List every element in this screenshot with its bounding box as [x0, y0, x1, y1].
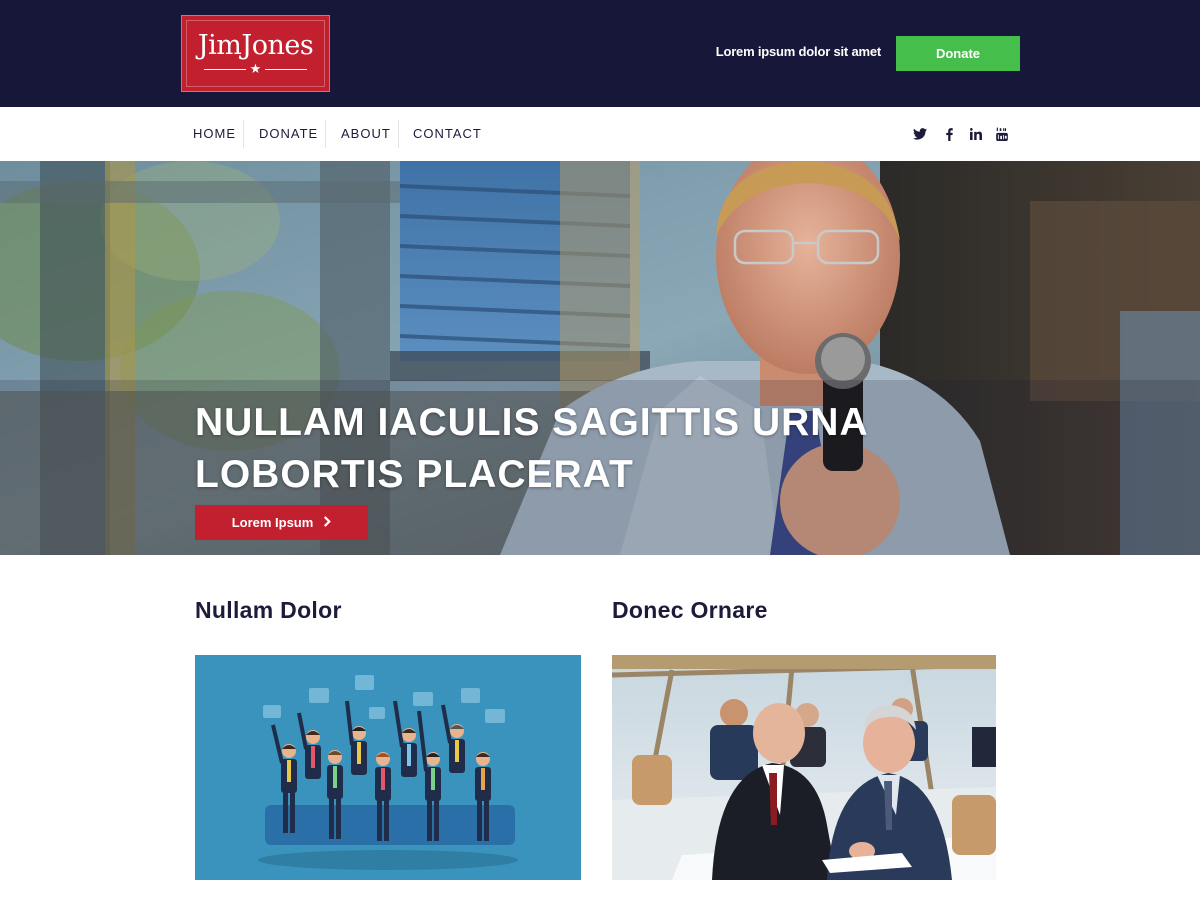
nav-divider: [243, 120, 244, 148]
hero-title-line-1: NULLAM IACULIS SAGITTIS URNA: [195, 401, 869, 444]
nav-divider: [325, 120, 326, 148]
chevron-right-icon: [323, 515, 332, 530]
logo-rule-right: [265, 69, 307, 70]
site-header: JimJones ★ Lorem ipsum dolor sit amet Do…: [0, 0, 1200, 107]
hero-title: NULLAM IACULIS SAGITTIS URNA LOBORTIS PL…: [195, 397, 915, 501]
hero-title-line-2: LOBORTIS PLACERAT: [195, 453, 634, 496]
site-logo[interactable]: JimJones ★: [181, 15, 330, 92]
logo-text: JimJones: [197, 30, 314, 61]
card-title-donec-ornare: Donec Ornare: [612, 597, 768, 623]
hero-cta-label: Lorem Ipsum: [231, 515, 314, 530]
nav-item-about[interactable]: ABOUT: [341, 119, 391, 149]
twitter-icon[interactable]: [911, 125, 929, 143]
nav-divider: [398, 120, 399, 148]
donate-button[interactable]: Donate: [896, 36, 1020, 71]
nav-item-donate[interactable]: DONATE: [259, 119, 318, 149]
hero-banner: NULLAM IACULIS SAGITTIS URNA LOBORTIS PL…: [0, 161, 1200, 555]
facebook-icon[interactable]: [940, 125, 958, 143]
card-title-nullam-dolor: Nullam Dolor: [195, 597, 342, 623]
nav-item-contact[interactable]: CONTACT: [413, 119, 482, 149]
nav-item-home[interactable]: HOME: [193, 119, 236, 149]
main-nav: HOME DONATE ABOUT CONTACT: [0, 107, 1200, 161]
hero-cta-button[interactable]: Lorem Ipsum: [195, 505, 368, 540]
linkedin-icon[interactable]: [967, 125, 985, 143]
meeting-photo: [612, 655, 996, 880]
crowd-illustration: [195, 655, 581, 880]
youtube-icon[interactable]: [993, 125, 1011, 143]
header-tagline: Lorem ipsum dolor sit amet: [715, 44, 881, 59]
